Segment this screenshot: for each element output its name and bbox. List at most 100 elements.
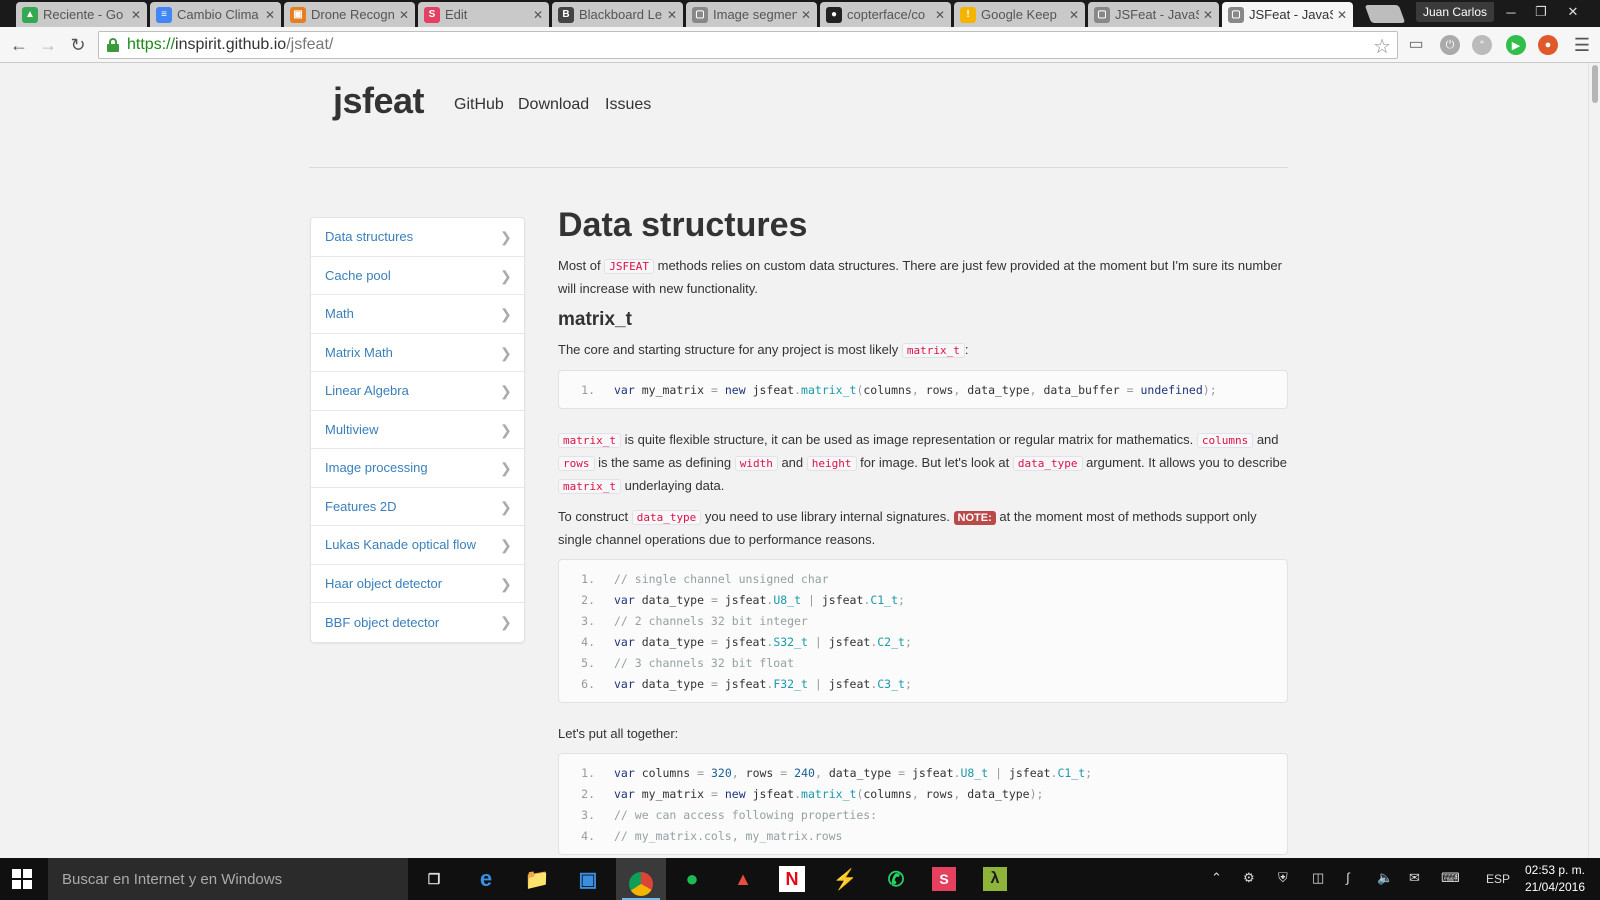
taskbar-search-input[interactable]: Buscar en Internet y en Windows	[48, 858, 408, 900]
minimize-icon[interactable]: ─	[1497, 2, 1525, 22]
windows-start-icon[interactable]	[12, 869, 32, 889]
code-block-constructor: 1. var my_matrix = new jsfeat. matrix_t(co…	[558, 370, 1288, 409]
browser-tab[interactable]: ▣ Drone Recogn ✕	[284, 2, 415, 27]
browser-tab[interactable]: ▢ Image segmen ✕	[686, 2, 817, 27]
scrollbar-thumb[interactable]	[1592, 65, 1598, 103]
sidebar-item-label: Lukas Kanade optical flow	[325, 537, 477, 553]
lock-icon	[107, 38, 119, 52]
tab-close-icon[interactable]: ✕	[801, 8, 811, 22]
chevron-right-icon: ❯	[500, 614, 512, 630]
cast-icon[interactable]: ▭	[1406, 34, 1426, 54]
tray-notifications-icon[interactable]: ✉	[1409, 870, 1420, 886]
inline-code: matrix_t	[901, 343, 965, 358]
url-text[interactable]: https://inspirit.github.io/jsfeat/	[127, 36, 333, 54]
browser-tab[interactable]: ▢ JSFeat - JavaS ✕	[1222, 2, 1353, 27]
back-arrow-icon[interactable]: ←	[8, 34, 30, 56]
tab-favicon-icon: ▢	[1094, 6, 1110, 23]
tab-title: copterface/co	[847, 7, 926, 22]
tray-settings-icon[interactable]: ⚙	[1243, 870, 1255, 886]
power-extension-icon[interactable]: ⏻	[1440, 35, 1460, 55]
sidebar-item-data-structures[interactable]: Data structures ❯	[311, 218, 524, 257]
nav-issues-link[interactable]: Issues	[605, 96, 651, 114]
main-content: Data structures Most of JSFEAT methods r…	[558, 205, 1288, 858]
new-tab-button[interactable]	[1364, 5, 1406, 23]
windows-taskbar: Buscar en Internet y en Windows ❐ e 📁 ▣ …	[0, 858, 1600, 900]
sidebar-item-multiview[interactable]: Multiview ❯	[311, 411, 524, 449]
tray-wifi-icon[interactable]: ∫	[1346, 870, 1350, 885]
lambda-app-icon[interactable]: λ	[983, 867, 1007, 891]
tab-close-icon[interactable]: ✕	[667, 8, 677, 22]
browser-tab[interactable]: ● copterface/co ✕	[820, 2, 951, 27]
sidebar-item-linear-algebra[interactable]: Linear Algebra ❯	[311, 372, 524, 411]
chrome-icon	[629, 871, 653, 896]
sidebar-item-image-processing[interactable]: Image processing ❯	[311, 449, 524, 488]
tab-close-icon[interactable]: ✕	[1337, 8, 1347, 22]
menu-hamburger-icon[interactable]: ☰	[1571, 34, 1593, 56]
bookmark-star-icon[interactable]: ☆	[1373, 34, 1391, 59]
browser-tab[interactable]: B Blackboard Le ✕	[552, 2, 683, 27]
browser-tab[interactable]: ▢ JSFeat - JavaS ✕	[1088, 2, 1219, 27]
profile-button[interactable]: Juan Carlos	[1416, 2, 1494, 22]
sidebar-item-cache-pool[interactable]: Cache pool ❯	[311, 257, 524, 295]
close-window-icon[interactable]: ✕	[1559, 2, 1587, 22]
tab-close-icon[interactable]: ✕	[1203, 8, 1213, 22]
inline-code: height	[806, 456, 857, 471]
edge-browser-icon[interactable]: e	[471, 864, 501, 894]
sway-icon[interactable]: S	[932, 867, 956, 891]
tray-clock[interactable]: 02:53 p. m. 21/04/2016	[1515, 862, 1595, 896]
sidebar-item-bbf-detector[interactable]: BBF object detector ❯	[311, 603, 524, 642]
color-extension-icon[interactable]: ●	[1538, 35, 1558, 55]
tray-language[interactable]: ESP	[1486, 872, 1510, 886]
sidebar-item-haar-detector[interactable]: Haar object detector ❯	[311, 565, 524, 603]
sidebar-item-math[interactable]: Math ❯	[311, 295, 524, 334]
reload-icon[interactable]: ↻	[67, 34, 89, 56]
tray-battery-icon[interactable]: ◫	[1312, 870, 1324, 886]
tab-favicon-icon: ●	[826, 6, 842, 23]
url-host: inspirit.github.io	[175, 36, 287, 53]
section-heading-matrix-t: matrix_t	[558, 309, 632, 330]
restore-icon[interactable]: ❐	[1527, 2, 1555, 22]
sidebar-item-features-2d[interactable]: Features 2D ❯	[311, 488, 524, 526]
tab-close-icon[interactable]: ✕	[935, 8, 945, 22]
spotify-icon[interactable]: ●	[677, 864, 707, 894]
browser-tab[interactable]: ▲ Reciente - Go ✕	[16, 2, 147, 27]
tray-volume-icon[interactable]: 🔈	[1377, 870, 1393, 886]
browser-tab[interactable]: ≡ Cambio Clima ✕	[150, 2, 281, 27]
site-brand[interactable]: jsfeat	[333, 80, 425, 122]
whatsapp-icon[interactable]: ✆	[881, 864, 911, 894]
tab-close-icon[interactable]: ✕	[265, 8, 275, 22]
popcorn-icon[interactable]: ▲	[728, 864, 758, 894]
task-view-icon[interactable]: ❐	[419, 864, 449, 894]
vertical-scrollbar[interactable]	[1588, 63, 1600, 858]
tab-close-icon[interactable]: ✕	[399, 8, 409, 22]
file-explorer-icon[interactable]: 📁	[522, 864, 552, 894]
forward-arrow-icon[interactable]: →	[37, 34, 59, 56]
netflix-icon[interactable]: N	[779, 866, 805, 892]
sidebar-item-lukas-kanade[interactable]: Lukas Kanade optical flow ❯	[311, 526, 524, 565]
sidebar-item-matrix-math[interactable]: Matrix Math ❯	[311, 334, 524, 372]
chrome-taskbar-icon[interactable]	[616, 858, 666, 900]
tab-close-icon[interactable]: ✕	[131, 8, 141, 22]
tab-favicon-icon: ▢	[692, 6, 708, 23]
page-title: Data structures	[558, 206, 808, 244]
tab-favicon-icon: ≡	[156, 6, 172, 23]
browser-tab-strip: ▲ Reciente - Go ✕ ≡ Cambio Clima ✕ ▣ Drone Reco…	[0, 0, 1600, 27]
nav-download-link[interactable]: Download	[518, 96, 589, 114]
browser-tab[interactable]: ! Google Keep ✕	[954, 2, 1085, 27]
address-bar[interactable]: https://inspirit.github.io/jsfeat/ ☆	[98, 31, 1398, 59]
quote-extension-icon[interactable]: “	[1472, 35, 1492, 55]
tray-keyboard-icon[interactable]: ⌨	[1441, 870, 1460, 886]
tab-close-icon[interactable]: ✕	[533, 8, 543, 22]
messenger-icon[interactable]: ⚡	[830, 864, 860, 894]
tray-overflow-icon[interactable]: ⌃	[1211, 870, 1222, 886]
chevron-right-icon: ❯	[500, 537, 512, 553]
browser-tab[interactable]: S Edit ✕	[418, 2, 549, 27]
store-icon[interactable]: ▣	[573, 864, 603, 894]
tab-title: JSFeat - JavaS	[1115, 7, 1199, 22]
tray-shield-icon[interactable]: ⛨	[1278, 870, 1288, 886]
play-extension-icon[interactable]: ▶	[1506, 35, 1526, 55]
tab-close-icon[interactable]: ✕	[1069, 8, 1079, 22]
nav-github-link[interactable]: GitHub	[454, 96, 504, 114]
tab-title: Google Keep	[981, 7, 1057, 22]
tab-title: Image segmen	[713, 7, 797, 22]
